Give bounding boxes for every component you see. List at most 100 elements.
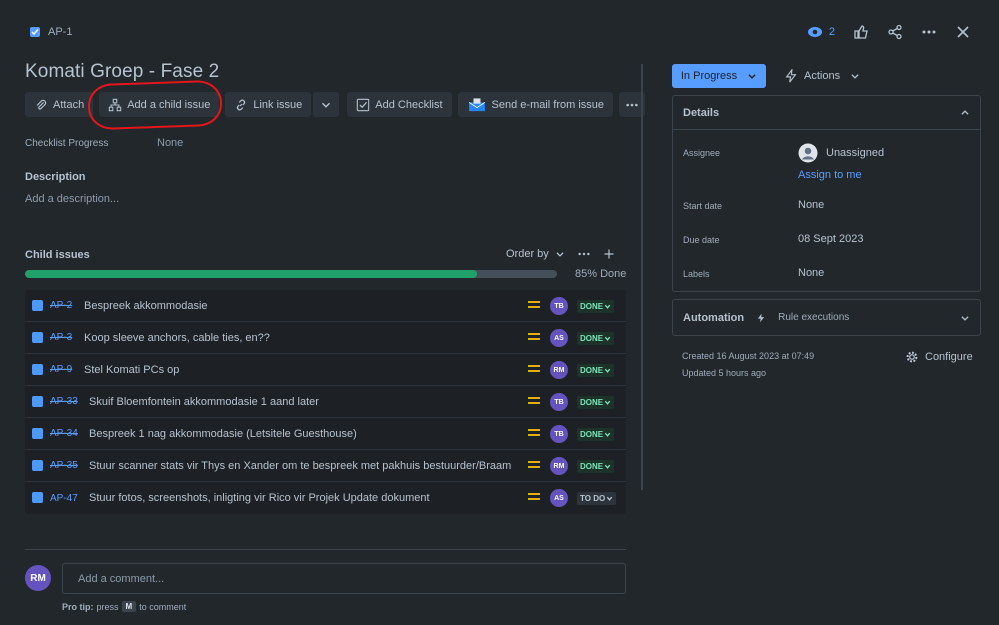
- status-label: DONE: [580, 334, 604, 343]
- automation-header[interactable]: Automation Rule executions: [673, 300, 980, 335]
- description-field[interactable]: Add a description...: [25, 193, 119, 205]
- start-date-value[interactable]: None: [798, 199, 824, 211]
- chevron-down-icon: [604, 400, 611, 405]
- status-badge[interactable]: DONE: [577, 428, 615, 441]
- status-label: DONE: [580, 398, 604, 407]
- subtask-icon: [32, 460, 43, 471]
- send-email-label: Send e-mail from issue: [491, 98, 605, 111]
- updated-date: Updated 5 hours ago: [682, 368, 767, 378]
- chevron-up-icon: [961, 109, 969, 115]
- status-label: DONE: [580, 430, 604, 439]
- child-issues-progress-bar: [25, 270, 557, 278]
- configure-button[interactable]: Configure: [905, 350, 973, 364]
- user-icon: [798, 143, 818, 163]
- due-date-label: Due date: [683, 235, 720, 245]
- child-issue-key[interactable]: AP-3: [50, 332, 72, 343]
- child-issues-controls: Order by: [506, 247, 615, 261]
- link-issue-button[interactable]: Link issue: [225, 92, 312, 117]
- issue-title[interactable]: Komati Groep - Fase 2: [25, 61, 219, 83]
- avatar: RM: [550, 361, 568, 379]
- child-issue-key[interactable]: AP-9: [50, 364, 72, 375]
- checklist-progress-value: None: [157, 137, 184, 149]
- checklist-progress-label: Checklist Progress: [25, 138, 109, 149]
- child-issue-key[interactable]: AP-35: [50, 460, 78, 471]
- priority-medium-icon: [528, 493, 540, 502]
- comment-input[interactable]: Add a comment...: [62, 563, 626, 594]
- plus-icon[interactable]: [603, 248, 615, 260]
- avatar: TB: [550, 297, 568, 315]
- status-badge[interactable]: TO DO: [577, 492, 617, 505]
- labels-label: Labels: [683, 269, 710, 279]
- chevron-down-icon: [748, 74, 756, 79]
- status-badge[interactable]: DONE: [577, 332, 615, 345]
- annotation-circle: [87, 79, 223, 131]
- gear-icon: [906, 351, 918, 363]
- automation-panel[interactable]: Automation Rule executions: [672, 299, 981, 336]
- watch-count: 2: [828, 26, 835, 38]
- status-label: In Progress: [680, 70, 738, 82]
- child-issue-summary[interactable]: Stuur scanner stats vir Thys en Xander o…: [89, 460, 511, 472]
- link-issue-dropdown[interactable]: [312, 92, 340, 117]
- status-badge[interactable]: DONE: [577, 460, 615, 473]
- table-row[interactable]: AP-35 Stuur scanner stats vir Thys en Xan…: [25, 450, 626, 482]
- table-row[interactable]: AP-2 Bespreek akkommodasie TB DONE: [25, 290, 626, 322]
- lightning-icon: [757, 313, 765, 322]
- rule-executions: Rule executions: [778, 312, 850, 323]
- more-icon[interactable]: [921, 24, 937, 40]
- issue-breadcrumb[interactable]: AP-1: [30, 26, 72, 38]
- due-date-value[interactable]: 08 Sept 2023: [798, 233, 863, 245]
- share-icon[interactable]: [887, 24, 903, 40]
- avatar: RM: [550, 457, 568, 475]
- email-icon: [468, 97, 485, 111]
- child-issue-summary[interactable]: Stel Komati PCs op: [84, 364, 179, 376]
- child-issue-summary[interactable]: Bespreek 1 nag akkommodasie (Letsitele G…: [89, 428, 357, 440]
- more-icon[interactable]: [577, 247, 591, 261]
- details-header[interactable]: Details: [673, 96, 980, 130]
- avatar: TB: [550, 425, 568, 443]
- assignee-value: Unassigned: [826, 147, 885, 159]
- add-checklist-button[interactable]: Add Checklist: [347, 92, 452, 117]
- assign-to-me-link[interactable]: Assign to me: [798, 169, 862, 181]
- table-row[interactable]: AP-33 Skuif Bloemfontein akkommodasie 1 a…: [25, 386, 626, 418]
- status-badge[interactable]: DONE: [577, 300, 615, 313]
- progress-fill: [25, 270, 478, 278]
- attach-button[interactable]: Attach: [25, 92, 94, 117]
- link-issue-label: Link issue: [253, 98, 303, 111]
- divider: [25, 549, 626, 550]
- subtask-icon: [32, 332, 43, 343]
- child-issue-key[interactable]: AP-47: [50, 493, 78, 504]
- start-date-label: Start date: [683, 201, 723, 211]
- table-row[interactable]: AP-9 Stel Komati PCs op RM DONE: [25, 354, 626, 386]
- child-issue-summary[interactable]: Skuif Bloemfontein akkommodasie 1 aand l…: [89, 396, 319, 408]
- close-icon[interactable]: [955, 24, 971, 40]
- configure-label: Configure: [925, 351, 973, 363]
- watch-button[interactable]: 2: [807, 24, 835, 40]
- table-row[interactable]: AP-34 Bespreek 1 nag akkommodasie (Letsit…: [25, 418, 626, 450]
- panel-separator[interactable]: [641, 64, 643, 490]
- assignee-field[interactable]: Unassigned: [798, 143, 884, 163]
- description-heading: Description: [25, 171, 86, 183]
- child-issue-key[interactable]: AP-34: [50, 428, 78, 439]
- child-issue-summary[interactable]: Koop sleeve anchors, cable ties, en??: [84, 332, 270, 344]
- thumbs-up-icon[interactable]: [853, 24, 869, 40]
- chevron-down-icon: [961, 315, 969, 321]
- child-issue-key[interactable]: AP-2: [50, 300, 72, 311]
- labels-value[interactable]: None: [798, 267, 824, 279]
- chevron-down-icon: [556, 252, 564, 257]
- avatar: AS: [550, 489, 568, 507]
- status-button[interactable]: In Progress: [672, 64, 766, 88]
- table-row[interactable]: AP-3 Koop sleeve anchors, cable ties, en?…: [25, 322, 626, 354]
- priority-medium-icon: [528, 301, 540, 310]
- send-email-button[interactable]: Send e-mail from issue: [457, 92, 614, 117]
- chevron-down-icon: [604, 368, 611, 373]
- table-row[interactable]: AP-47 Stuur fotos, screenshots, inligting…: [25, 482, 626, 514]
- child-issue-summary[interactable]: Bespreek akkommodasie: [84, 300, 208, 312]
- order-by-button[interactable]: Order by: [506, 248, 565, 260]
- child-issue-key[interactable]: AP-33: [50, 396, 78, 407]
- priority-medium-icon: [528, 365, 540, 374]
- actions-button[interactable]: Actions: [784, 64, 860, 88]
- issue-key[interactable]: AP-1: [48, 26, 72, 38]
- child-issue-summary[interactable]: Stuur fotos, screenshots, inligting vir …: [89, 492, 430, 504]
- status-badge[interactable]: DONE: [577, 364, 615, 377]
- status-badge[interactable]: DONE: [577, 396, 615, 409]
